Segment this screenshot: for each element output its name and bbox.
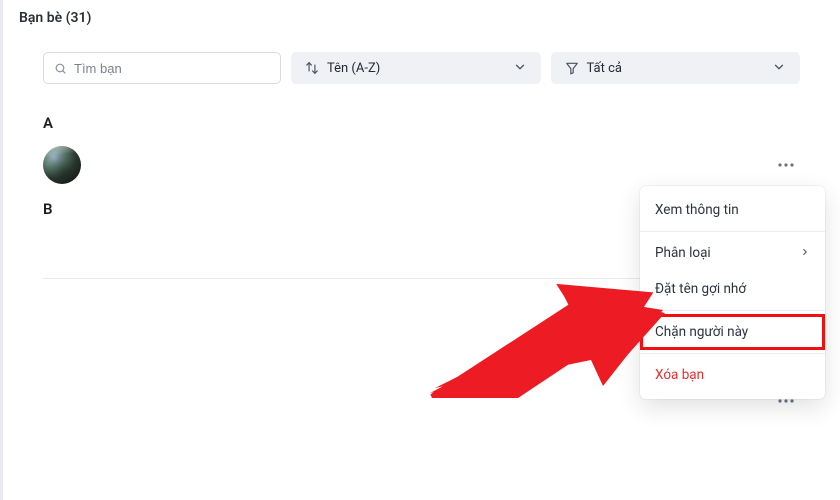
section-header-a: A: [43, 114, 800, 132]
menu-label: Xóa bạn: [655, 367, 704, 383]
menu-label: Đặt tên gợi nhớ: [655, 281, 746, 297]
avatar[interactable]: [43, 146, 81, 184]
menu-unfriend[interactable]: Xóa bạn: [640, 357, 825, 393]
chevron-down-icon: [513, 59, 527, 78]
filter-dropdown[interactable]: Tất cả: [551, 52, 801, 84]
sort-dropdown[interactable]: Tên (A-Z): [291, 52, 541, 84]
sort-icon: [305, 61, 319, 75]
chevron-right-icon: [800, 245, 810, 261]
menu-label: Chặn người này: [655, 324, 748, 340]
menu-view-info[interactable]: Xem thông tin: [640, 192, 825, 228]
context-menu: Xem thông tin Phân loại Đặt tên gợi nhớ …: [640, 186, 825, 399]
page-title: Bạn bè (31): [19, 10, 91, 26]
menu-separator: [640, 231, 825, 232]
menu-separator: [640, 310, 825, 311]
friend-row[interactable]: [43, 142, 800, 188]
menu-separator: [640, 353, 825, 354]
filter-label: Tất cả: [587, 61, 622, 76]
search-input[interactable]: [74, 61, 270, 76]
more-button[interactable]: [772, 151, 800, 179]
sort-label: Tên (A-Z): [327, 61, 380, 76]
filter-icon: [565, 61, 579, 75]
menu-set-nickname[interactable]: Đặt tên gợi nhớ: [640, 271, 825, 307]
chevron-down-icon: [772, 59, 786, 78]
menu-label: Xem thông tin: [655, 202, 739, 218]
menu-block-user[interactable]: Chặn người này: [640, 314, 825, 350]
menu-label: Phân loại: [655, 245, 711, 261]
search-input-wrapper[interactable]: [43, 52, 281, 84]
menu-categorize[interactable]: Phân loại: [640, 235, 825, 271]
search-icon: [54, 62, 67, 75]
